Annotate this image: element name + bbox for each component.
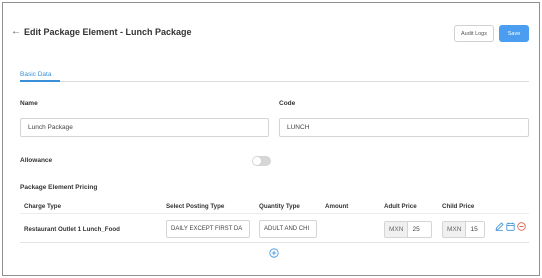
tab-basic-data[interactable]: Basic Data bbox=[20, 71, 51, 78]
col-quantity-type: Quantity Type bbox=[259, 203, 300, 210]
child-price-field[interactable]: MXN 15 bbox=[442, 221, 485, 238]
pricing-section-label: Package Element Pricing bbox=[20, 184, 98, 191]
toggle-knob bbox=[253, 157, 261, 165]
allowance-toggle[interactable] bbox=[252, 156, 271, 166]
name-field[interactable]: Lunch Package bbox=[20, 118, 269, 137]
col-charge-type: Charge Type bbox=[24, 203, 62, 210]
page-frame: ← Edit Package Element - Lunch Package A… bbox=[2, 2, 540, 276]
col-posting-type: Select Posting Type bbox=[166, 203, 225, 210]
adult-currency: MXN bbox=[385, 222, 409, 237]
tab-active-indicator bbox=[20, 80, 60, 82]
col-amount: Amount bbox=[325, 203, 349, 210]
child-price-value: 15 bbox=[470, 226, 478, 233]
table-row-divider bbox=[20, 242, 529, 243]
page-header: ← Edit Package Element - Lunch Package A… bbox=[3, 3, 539, 57]
name-label: Name bbox=[20, 100, 38, 107]
audit-logs-button[interactable]: Audit Logs bbox=[454, 25, 494, 42]
table-header-divider bbox=[20, 213, 529, 214]
code-label: Code bbox=[279, 100, 296, 107]
quantity-type-field[interactable]: ADULT AND CHI bbox=[259, 220, 317, 238]
charge-type-cell: Restaurant Outlet 1 Lunch_Food bbox=[24, 226, 120, 233]
add-row-icon[interactable] bbox=[269, 248, 279, 258]
code-field[interactable]: LUNCH bbox=[279, 118, 529, 137]
adult-price-value: 25 bbox=[412, 226, 420, 233]
col-child-price: Child Price bbox=[442, 203, 475, 210]
calendar-icon[interactable] bbox=[506, 222, 515, 231]
arrow-left-icon[interactable]: ← bbox=[11, 27, 21, 37]
remove-circle-icon[interactable] bbox=[517, 222, 526, 231]
posting-type-field[interactable]: DAILY EXCEPT FIRST DA bbox=[166, 220, 250, 238]
page-title: Edit Package Element - Lunch Package bbox=[24, 27, 192, 37]
allowance-label: Allowance bbox=[20, 157, 53, 164]
save-button[interactable]: Save bbox=[499, 25, 529, 42]
edit-icon[interactable] bbox=[495, 222, 504, 231]
col-adult-price: Adult Price bbox=[384, 203, 417, 210]
tab-divider bbox=[20, 81, 529, 82]
child-currency: MXN bbox=[443, 222, 467, 237]
adult-price-field[interactable]: MXN 25 bbox=[384, 221, 432, 238]
